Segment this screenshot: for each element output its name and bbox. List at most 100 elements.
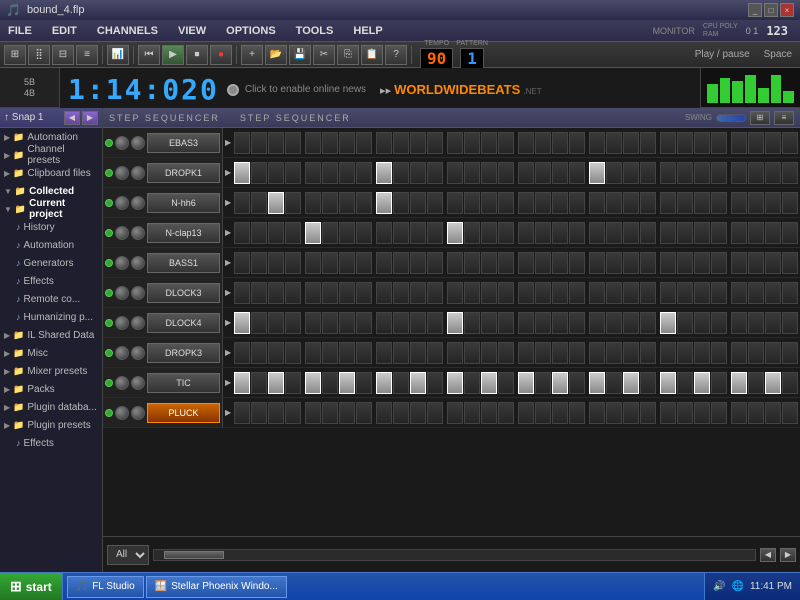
step-8-15[interactable]: [498, 372, 514, 394]
step-9-14[interactable]: [481, 402, 497, 424]
menu-file[interactable]: FILE: [4, 23, 36, 39]
step-2-7[interactable]: [356, 192, 372, 214]
step-8-2[interactable]: [268, 372, 284, 394]
step-7-13[interactable]: [464, 342, 480, 364]
step-8-1[interactable]: [251, 372, 267, 394]
track-name-btn-dlock4[interactable]: DLOCK4: [147, 313, 220, 333]
step-5-3[interactable]: [285, 282, 301, 304]
track-knob1-2[interactable]: [115, 196, 129, 210]
step-1-0[interactable]: [234, 162, 250, 184]
step-3-28[interactable]: [731, 222, 747, 244]
track-knob2-0[interactable]: [131, 136, 145, 150]
step-2-19[interactable]: [569, 192, 585, 214]
step-3-8[interactable]: [376, 222, 392, 244]
step-6-18[interactable]: [552, 312, 568, 334]
step-1-1[interactable]: [251, 162, 267, 184]
step-1-14[interactable]: [481, 162, 497, 184]
step-4-17[interactable]: [535, 252, 551, 274]
step-2-13[interactable]: [464, 192, 480, 214]
track-knob2-3[interactable]: [131, 226, 145, 240]
step-7-28[interactable]: [731, 342, 747, 364]
step-2-24[interactable]: [660, 192, 676, 214]
track-led-0[interactable]: [105, 139, 113, 147]
step-0-30[interactable]: [765, 132, 781, 154]
step-5-1[interactable]: [251, 282, 267, 304]
step-8-13[interactable]: [464, 372, 480, 394]
step-3-13[interactable]: [464, 222, 480, 244]
step-5-18[interactable]: [552, 282, 568, 304]
step-8-5[interactable]: [322, 372, 338, 394]
step-8-19[interactable]: [569, 372, 585, 394]
step-9-6[interactable]: [339, 402, 355, 424]
step-7-16[interactable]: [518, 342, 534, 364]
toolbar-btn-5[interactable]: 📊: [107, 45, 129, 65]
step-7-17[interactable]: [535, 342, 551, 364]
step-0-18[interactable]: [552, 132, 568, 154]
step-4-21[interactable]: [606, 252, 622, 274]
step-8-14[interactable]: [481, 372, 497, 394]
browser-item-effects[interactable]: ♪ Effects: [0, 272, 102, 290]
track-knob2-4[interactable]: [131, 256, 145, 270]
step-1-3[interactable]: [285, 162, 301, 184]
step-4-14[interactable]: [481, 252, 497, 274]
browser-item-mixer[interactable]: ▶📁 Mixer presets: [0, 362, 102, 380]
news-label[interactable]: Click to enable online news: [245, 84, 366, 95]
step-4-30[interactable]: [765, 252, 781, 274]
step-0-29[interactable]: [748, 132, 764, 154]
step-2-23[interactable]: [640, 192, 656, 214]
track-name-btn-n-hh6[interactable]: N-hh6: [147, 193, 220, 213]
step-4-24[interactable]: [660, 252, 676, 274]
step-1-30[interactable]: [765, 162, 781, 184]
step-7-23[interactable]: [640, 342, 656, 364]
track-led-8[interactable]: [105, 379, 113, 387]
track-knob2-5[interactable]: [131, 286, 145, 300]
step-1-9[interactable]: [393, 162, 409, 184]
step-1-26[interactable]: [694, 162, 710, 184]
browser-item-plugin-db[interactable]: ▶📁 Plugin databa...: [0, 398, 102, 416]
step-2-14[interactable]: [481, 192, 497, 214]
step-5-12[interactable]: [447, 282, 463, 304]
toolbar-btn-4[interactable]: ≡: [76, 45, 98, 65]
step-0-25[interactable]: [677, 132, 693, 154]
step-1-25[interactable]: [677, 162, 693, 184]
step-0-7[interactable]: [356, 132, 372, 154]
step-9-7[interactable]: [356, 402, 372, 424]
step-3-9[interactable]: [393, 222, 409, 244]
step-1-8[interactable]: [376, 162, 392, 184]
step-5-29[interactable]: [748, 282, 764, 304]
step-4-11[interactable]: [427, 252, 443, 274]
browser-item-current-project[interactable]: ▼📁 Current project: [0, 200, 102, 218]
step-4-9[interactable]: [393, 252, 409, 274]
toolbar-open[interactable]: 📂: [265, 45, 287, 65]
step-0-15[interactable]: [498, 132, 514, 154]
step-4-26[interactable]: [694, 252, 710, 274]
step-0-12[interactable]: [447, 132, 463, 154]
step-9-17[interactable]: [535, 402, 551, 424]
step-8-4[interactable]: [305, 372, 321, 394]
horizontal-scrollbar[interactable]: [153, 549, 756, 561]
step-7-22[interactable]: [623, 342, 639, 364]
step-2-26[interactable]: [694, 192, 710, 214]
track-knob1-6[interactable]: [115, 316, 129, 330]
step-6-27[interactable]: [711, 312, 727, 334]
step-5-8[interactable]: [376, 282, 392, 304]
track-knob1-8[interactable]: [115, 376, 129, 390]
step-9-15[interactable]: [498, 402, 514, 424]
menu-channels[interactable]: CHANNELS: [93, 23, 162, 39]
step-8-22[interactable]: [623, 372, 639, 394]
step-6-22[interactable]: [623, 312, 639, 334]
step-7-25[interactable]: [677, 342, 693, 364]
step-4-13[interactable]: [464, 252, 480, 274]
step-5-14[interactable]: [481, 282, 497, 304]
step-4-7[interactable]: [356, 252, 372, 274]
step-2-30[interactable]: [765, 192, 781, 214]
step-1-23[interactable]: [640, 162, 656, 184]
step-4-25[interactable]: [677, 252, 693, 274]
step-2-18[interactable]: [552, 192, 568, 214]
step-4-19[interactable]: [569, 252, 585, 274]
snap-right-btn[interactable]: ▶: [82, 111, 98, 125]
step-5-15[interactable]: [498, 282, 514, 304]
step-5-28[interactable]: [731, 282, 747, 304]
step-9-18[interactable]: [552, 402, 568, 424]
step-7-31[interactable]: [782, 342, 798, 364]
